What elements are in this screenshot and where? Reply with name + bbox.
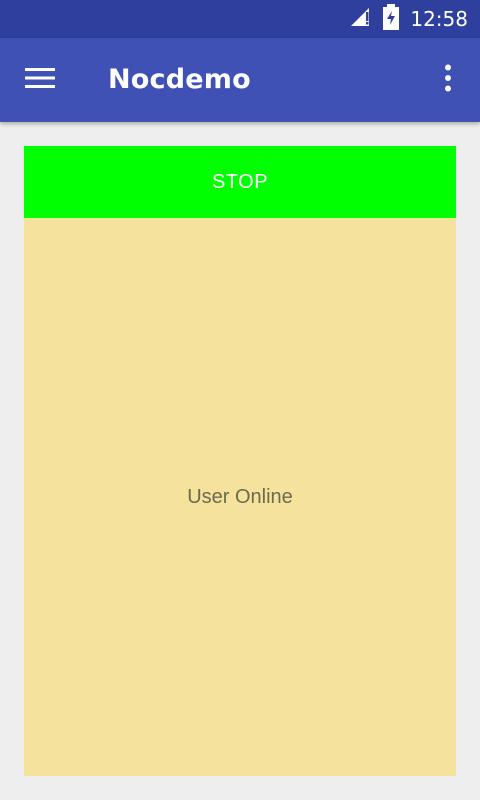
status-panel: User Online bbox=[24, 218, 456, 776]
battery-charging-icon bbox=[382, 4, 400, 34]
menu-button[interactable] bbox=[20, 60, 60, 100]
stop-button[interactable]: STOP bbox=[24, 146, 456, 218]
menu-icon bbox=[25, 67, 55, 93]
status-icons: 12:58 bbox=[348, 0, 468, 38]
status-time: 12:58 bbox=[410, 7, 468, 31]
overflow-menu-button[interactable] bbox=[436, 60, 460, 100]
status-text: User Online bbox=[187, 485, 293, 508]
cellular-signal-alert-icon bbox=[348, 5, 372, 33]
stop-button-label: STOP bbox=[211, 170, 269, 193]
main-content: STOP User Online bbox=[24, 146, 456, 776]
app-title: Nocdemo bbox=[108, 64, 251, 95]
app-bar: Nocdemo bbox=[0, 38, 480, 122]
status-bar: 12:58 bbox=[0, 0, 480, 38]
overflow-menu-icon bbox=[444, 64, 452, 96]
